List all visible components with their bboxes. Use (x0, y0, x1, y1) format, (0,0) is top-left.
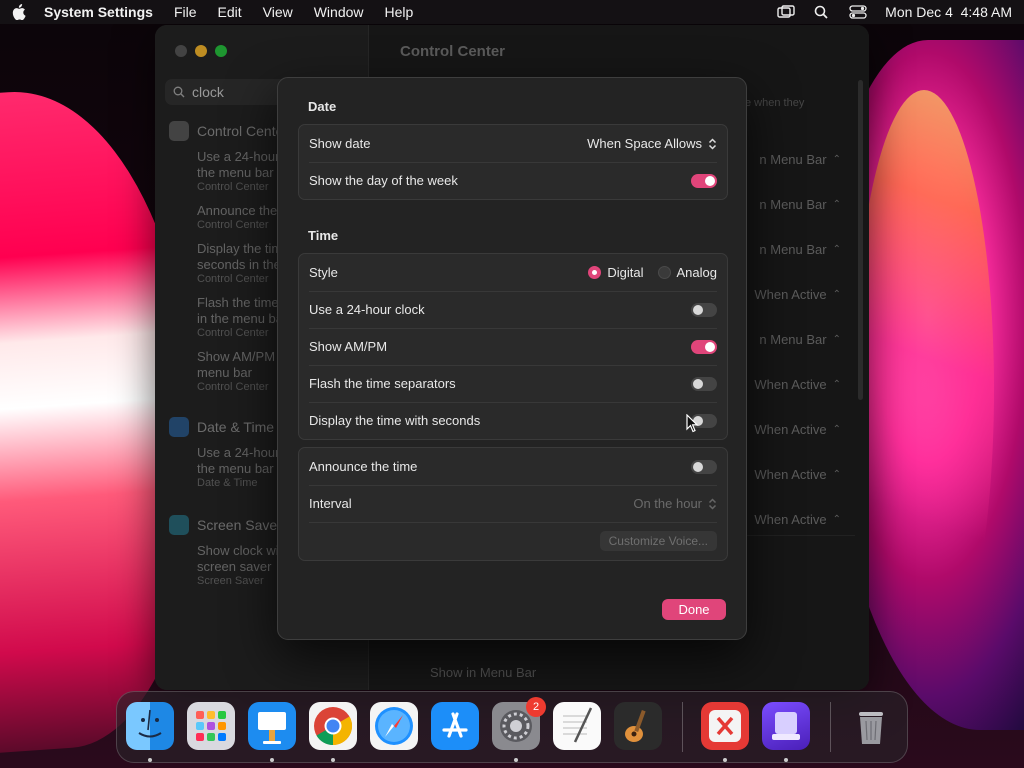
running-indicator (270, 758, 274, 762)
radio-unselected-icon (657, 266, 671, 279)
menu-file[interactable]: File (174, 4, 197, 20)
use-24-hour-row: Use a 24-hour clock (299, 291, 727, 328)
show-date-row: Show date When Space Allows (299, 125, 727, 162)
customize-voice-row: Customize Voice... (299, 522, 727, 560)
app-store-icon[interactable] (431, 702, 479, 750)
show-ampm-row: Show AM/PM (299, 328, 727, 365)
show-date-value: When Space Allows (587, 136, 702, 151)
announce-time-toggle[interactable] (691, 459, 717, 474)
remote-desktop-icon[interactable] (701, 702, 749, 750)
menu-view[interactable]: View (263, 4, 293, 20)
menu-bar-clock[interactable]: Mon Dec 4 4:48 AM (885, 4, 1012, 20)
style-row: Style Digital Analog (299, 254, 727, 291)
notification-badge: 2 (526, 697, 546, 717)
running-indicator (784, 758, 788, 762)
menu-edit[interactable]: Edit (218, 4, 242, 20)
running-indicator (148, 758, 152, 762)
chevron-updown-icon (708, 497, 717, 510)
show-day-label: Show the day of the week (309, 173, 458, 188)
customize-voice-button[interactable]: Customize Voice... (599, 531, 717, 551)
apple-configurator-icon[interactable] (762, 702, 810, 750)
show-ampm-toggle[interactable] (691, 339, 717, 354)
spotlight-icon[interactable] (813, 5, 831, 19)
trash-icon[interactable] (847, 702, 895, 750)
running-indicator (723, 758, 727, 762)
show-date-label: Show date (309, 136, 371, 151)
apple-menu-icon[interactable] (12, 4, 26, 20)
announce-time-label: Announce the time (309, 459, 418, 474)
clock-options-sheet: Date Show date When Space Allows Show th… (277, 77, 747, 640)
mouse-pointer-icon (686, 414, 698, 433)
time-section-title: Time (308, 228, 339, 243)
radio-analog-label: Analog (676, 265, 717, 280)
flash-separators-label: Flash the time separators (309, 376, 456, 391)
running-indicator (514, 758, 518, 762)
display-seconds-label: Display the time with seconds (309, 413, 481, 428)
safari-icon[interactable] (370, 702, 418, 750)
radio-selected-icon (588, 266, 602, 279)
keynote-icon[interactable] (248, 702, 296, 750)
wallpaper-right-glow (854, 90, 994, 690)
menu-app-name[interactable]: System Settings (44, 4, 153, 20)
chevron-updown-icon (708, 137, 717, 150)
date-settings-card: Show date When Space Allows Show the day… (298, 124, 728, 200)
flash-separators-row: Flash the time separators (299, 365, 727, 402)
interval-row: Interval On the hour (299, 485, 727, 522)
control-center-icon[interactable] (849, 5, 867, 19)
screen-mirroring-icon[interactable] (777, 5, 795, 19)
menu-bar: System Settings File Edit View Window He… (0, 0, 1024, 24)
interval-popup[interactable]: On the hour (633, 496, 717, 511)
show-ampm-label: Show AM/PM (309, 339, 388, 354)
dock: 2 (116, 691, 908, 763)
radio-digital[interactable]: Digital (588, 265, 644, 280)
interval-value: On the hour (633, 496, 702, 511)
style-radio-group: Digital Analog (588, 265, 717, 280)
flash-separators-toggle[interactable] (691, 376, 717, 391)
announce-settings-card: Announce the time Interval On the hour C… (298, 447, 728, 561)
menu-help[interactable]: Help (385, 4, 414, 20)
show-day-row: Show the day of the week (299, 162, 727, 199)
radio-analog[interactable]: Analog (657, 265, 717, 280)
style-label: Style (309, 265, 338, 280)
date-section-title: Date (308, 99, 337, 114)
show-day-toggle[interactable] (691, 173, 717, 188)
menu-window[interactable]: Window (314, 4, 364, 20)
time-settings-card: Style Digital Analog Use a 24-hour clock… (298, 253, 728, 440)
textedit-icon[interactable] (553, 702, 601, 750)
radio-digital-label: Digital (607, 265, 644, 280)
use-24-hour-toggle[interactable] (691, 302, 717, 317)
done-button[interactable]: Done (662, 599, 726, 620)
finder-icon[interactable] (126, 702, 174, 750)
interval-label: Interval (309, 496, 352, 511)
announce-time-row: Announce the time (299, 448, 727, 485)
dock-separator (830, 702, 831, 752)
running-indicator (331, 758, 335, 762)
show-date-popup[interactable]: When Space Allows (587, 136, 717, 151)
chrome-icon[interactable] (309, 702, 357, 750)
use-24-hour-label: Use a 24-hour clock (309, 302, 425, 317)
dock-separator (682, 702, 683, 752)
launchpad-icon[interactable] (187, 702, 235, 750)
garageband-icon[interactable] (614, 702, 662, 750)
display-seconds-row: Display the time with seconds (299, 402, 727, 439)
